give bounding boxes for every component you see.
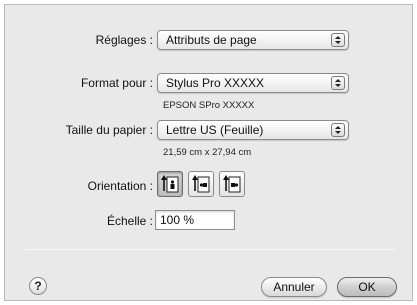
format-for-popup[interactable]: Stylus Pro XXXXX bbox=[157, 73, 349, 93]
orientation-portrait-button[interactable] bbox=[157, 171, 183, 197]
format-for-popup-value: Stylus Pro XXXXX bbox=[166, 76, 265, 90]
printer-model-detail: EPSON SPro XXXXX bbox=[163, 100, 255, 111]
popup-arrows-icon bbox=[331, 76, 345, 90]
orientation-landscape-reversed-button[interactable] bbox=[219, 171, 245, 197]
settings-popup[interactable]: Attributs de page bbox=[157, 30, 349, 50]
help-button[interactable]: ? bbox=[29, 277, 47, 295]
settings-label: Réglages : bbox=[95, 33, 153, 47]
paper-size-label: Taille du papier : bbox=[65, 123, 153, 137]
paper-size-popup-value: Lettre US (Feuille) bbox=[166, 123, 264, 137]
landscape-reversed-orientation-icon bbox=[223, 175, 241, 193]
popup-arrows-icon bbox=[331, 33, 345, 47]
scale-label: Échelle : bbox=[106, 214, 153, 228]
popup-arrows-icon bbox=[331, 123, 345, 137]
format-for-label: Format pour : bbox=[80, 76, 153, 90]
paper-dimensions-detail: 21,59 cm x 27,94 cm bbox=[163, 147, 252, 158]
ok-button[interactable]: OK bbox=[337, 277, 397, 297]
landscape-orientation-icon bbox=[192, 175, 210, 193]
scale-input[interactable] bbox=[155, 210, 235, 230]
paper-size-popup[interactable]: Lettre US (Feuille) bbox=[157, 120, 349, 140]
footer-separator bbox=[25, 249, 396, 250]
orientation-label: Orientation : bbox=[87, 179, 153, 193]
page-setup-dialog: Réglages : Attributs de page Format pour… bbox=[4, 4, 413, 301]
orientation-landscape-button[interactable] bbox=[188, 171, 214, 197]
portrait-orientation-icon bbox=[161, 175, 179, 193]
cancel-button[interactable]: Annuler bbox=[261, 277, 327, 297]
settings-popup-value: Attributs de page bbox=[166, 33, 257, 47]
help-icon: ? bbox=[34, 279, 42, 293]
